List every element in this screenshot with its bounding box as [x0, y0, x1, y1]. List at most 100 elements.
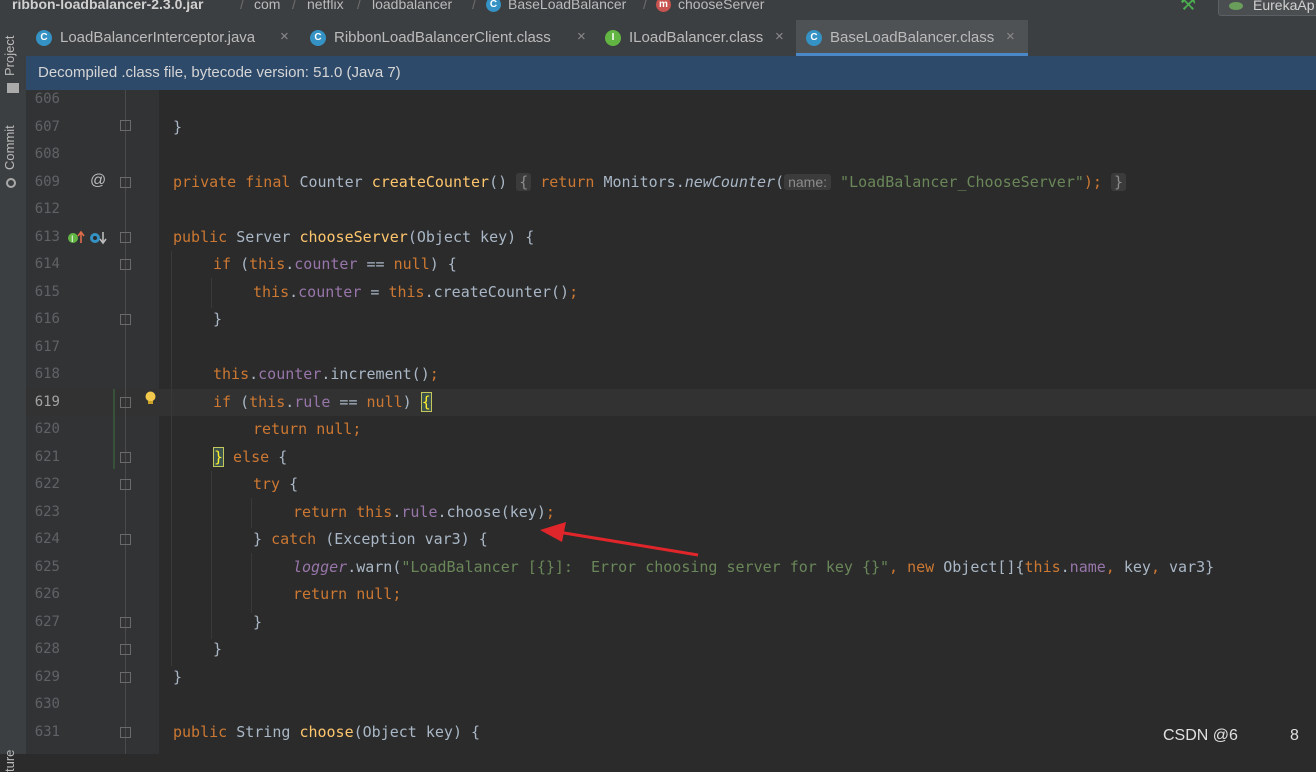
breadcrumb-separator: /: [240, 0, 244, 12]
close-icon[interactable]: ×: [1006, 28, 1015, 45]
class-icon: C: [36, 30, 52, 46]
code-line-609: private final Counter createCounter() { …: [173, 173, 1127, 191]
hammer-icon[interactable]: ⚒: [1180, 0, 1196, 15]
line-number: 615: [34, 284, 60, 300]
class-icon: C: [310, 30, 326, 46]
close-icon[interactable]: ×: [577, 28, 586, 45]
fold-icon[interactable]: [120, 672, 131, 683]
code-line-616: }: [213, 310, 223, 328]
code-line-618: this.counter.increment();: [213, 365, 439, 383]
fold-icon[interactable]: [120, 479, 131, 490]
indent-guide: [171, 251, 172, 666]
breadcrumb-com[interactable]: com: [254, 0, 280, 12]
line-number: 629: [34, 669, 60, 685]
code-line-620: return null;: [253, 420, 362, 438]
code-line-628: }: [213, 640, 223, 658]
fold-icon[interactable]: [120, 314, 131, 325]
line-number: 608: [34, 146, 60, 162]
tab-label: ILoadBalancer.class: [629, 29, 764, 46]
fold-icon[interactable]: [120, 644, 131, 655]
run-config-icon: [1229, 2, 1243, 10]
code-line-627: }: [253, 613, 263, 631]
fold-icon[interactable]: [120, 534, 131, 545]
breadcrumb-separator: /: [643, 0, 647, 12]
breadcrumb-separator: /: [472, 0, 476, 12]
fold-icon[interactable]: [120, 452, 131, 463]
fold-icon[interactable]: [120, 397, 131, 408]
line-number: 626: [34, 586, 60, 602]
change-marker: [113, 389, 115, 469]
line-number: 622: [34, 476, 60, 492]
fold-icon[interactable]: [120, 617, 131, 628]
decompiled-notice-banner: Decompiled .class file, bytecode version…: [26, 56, 1316, 90]
decompiled-notice-text: Decompiled .class file, bytecode version…: [38, 64, 401, 81]
code-line-622: try {: [253, 475, 299, 493]
editor-tab-bar: C LoadBalancerInterceptor.java × C Ribbo…: [26, 20, 1316, 57]
project-tool-button[interactable]: Project: [2, 36, 17, 76]
breadcrumb-jar[interactable]: ribbon-loadbalancer-2.3.0.jar: [12, 0, 203, 12]
svg-text:I: I: [71, 234, 74, 244]
tab-label: RibbonLoadBalancerClient.class: [334, 29, 551, 46]
fold-icon[interactable]: [120, 177, 131, 188]
line-number: 618: [34, 366, 60, 382]
line-number: 627: [34, 614, 60, 630]
tab-label: LoadBalancerInterceptor.java: [60, 29, 256, 46]
line-number-current: 619: [34, 394, 60, 410]
tab-label: BaseLoadBalancer.class: [830, 29, 995, 46]
code-line-625: logger.warn("LoadBalancer [{}]: Error ch…: [293, 558, 1215, 576]
line-number: 607: [34, 119, 60, 135]
line-number: 616: [34, 311, 60, 327]
code-line-613: public Server chooseServer(Object key) {: [173, 228, 535, 246]
code-line-619: if (this.rule == null) {: [213, 392, 432, 412]
line-number: 623: [34, 504, 60, 520]
code-line-614: if (this.counter == null) {: [213, 255, 457, 273]
code-line-631: public String choose(Object key) {: [173, 723, 481, 741]
breadcrumb-loadbalancer[interactable]: loadbalancer: [372, 0, 452, 12]
fold-icon[interactable]: [120, 259, 131, 270]
override-icon[interactable]: @: [90, 172, 106, 190]
watermark-suffix: 8: [1290, 727, 1299, 744]
line-number: 630: [34, 696, 60, 712]
tab-loadbalancerinterceptor[interactable]: C LoadBalancerInterceptor.java ×: [26, 20, 298, 56]
fold-icon[interactable]: [120, 727, 131, 738]
line-number: 617: [34, 339, 60, 355]
implemented-icon[interactable]: I: [67, 229, 111, 247]
close-icon[interactable]: ×: [775, 28, 784, 45]
indent-guide: [251, 498, 252, 528]
fold-icon[interactable]: [120, 232, 131, 243]
code-line-629: }: [173, 668, 183, 686]
matched-brace: }: [213, 447, 225, 467]
line-number: 620: [34, 421, 60, 437]
fold-icon[interactable]: [120, 120, 131, 131]
line-number: 631: [34, 724, 60, 740]
line-number: 621: [34, 449, 60, 465]
watermark-text: CSDN @6: [1163, 727, 1238, 744]
tab-ribbonloadbalancerclient[interactable]: C RibbonLoadBalancerClient.class ×: [300, 20, 594, 56]
tab-baseloadbalancer[interactable]: C BaseLoadBalancer.class ×: [796, 20, 1028, 56]
code-line-624: } catch (Exception var3) {: [253, 530, 488, 548]
indent-guide: [211, 471, 212, 639]
line-number: 624: [34, 531, 60, 547]
breadcrumb-separator: /: [357, 0, 361, 12]
code-line-607: }: [173, 118, 183, 136]
run-config-selector[interactable]: EurekaAp: [1218, 0, 1316, 16]
breadcrumb-class[interactable]: BaseLoadBalancer: [508, 0, 626, 12]
class-icon: C: [806, 30, 822, 46]
class-icon: C: [486, 0, 501, 12]
run-config-label: EurekaAp: [1253, 0, 1315, 13]
line-number: 613: [34, 229, 60, 245]
breadcrumb-netflix[interactable]: netflix: [307, 0, 344, 12]
indent-guide: [251, 553, 252, 613]
tab-iloadbalancer[interactable]: I ILoadBalancer.class ×: [595, 20, 795, 56]
line-number: 614: [34, 256, 60, 272]
lightbulb-icon[interactable]: [144, 391, 157, 405]
matched-brace: {: [420, 392, 432, 412]
structure-tool-button[interactable]: ture: [2, 750, 17, 772]
indent-guide: [211, 278, 212, 308]
breadcrumb-method[interactable]: chooseServer: [678, 0, 764, 12]
code-line-626: return null;: [293, 585, 402, 603]
line-number: 625: [34, 559, 60, 575]
line-number: 609: [34, 174, 60, 190]
line-number: 606: [34, 91, 60, 107]
close-icon[interactable]: ×: [280, 28, 289, 45]
